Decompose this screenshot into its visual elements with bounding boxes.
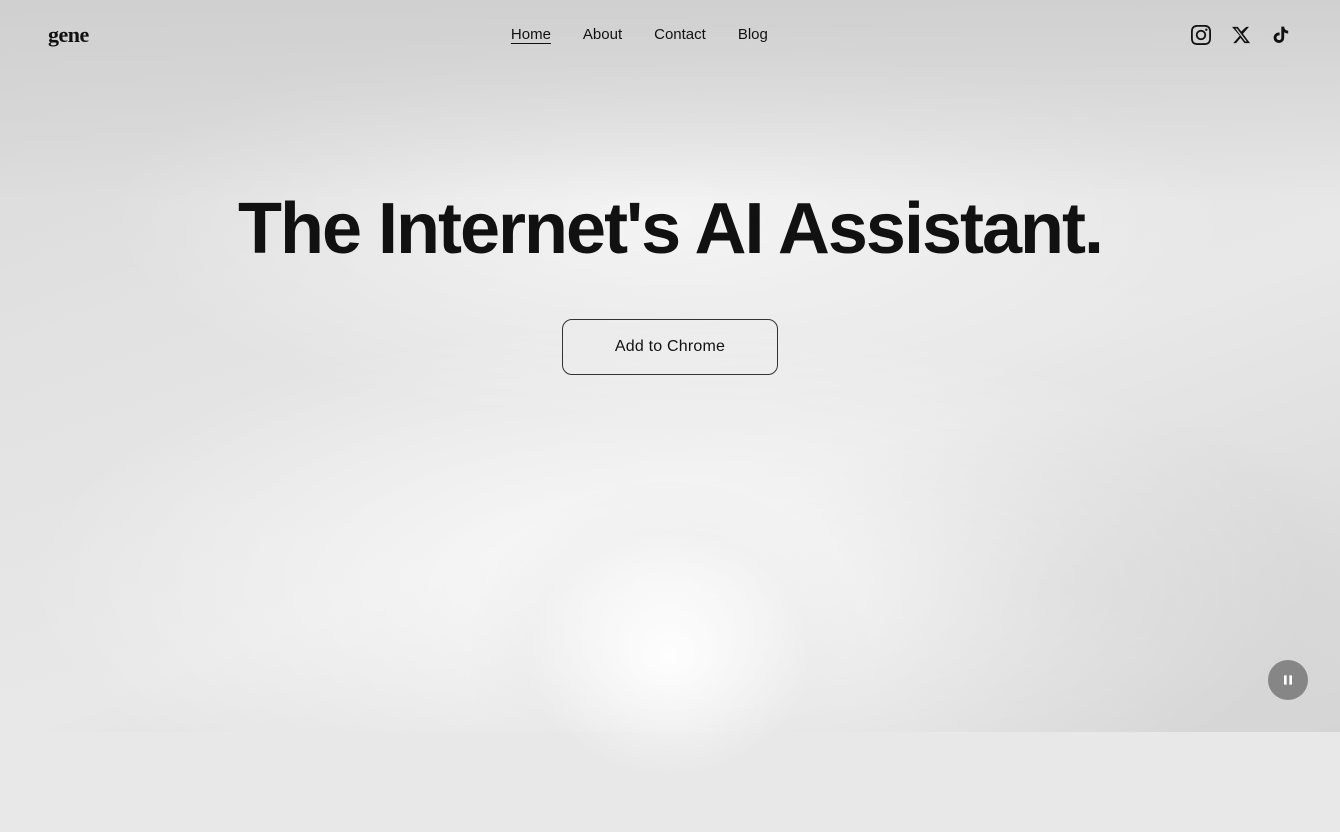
add-to-chrome-button[interactable]: Add to Chrome — [562, 319, 778, 375]
nav-link-home[interactable]: Home — [511, 26, 551, 43]
x-twitter-icon[interactable] — [1230, 24, 1252, 46]
instagram-icon[interactable] — [1190, 24, 1212, 46]
nav-link-blog[interactable]: Blog — [738, 26, 768, 43]
nav-social-icons — [1190, 24, 1292, 46]
hero-title: The Internet's AI Assistant. — [238, 190, 1102, 269]
pause-button[interactable] — [1268, 660, 1308, 700]
hero-section: The Internet's AI Assistant. Add to Chro… — [0, 70, 1340, 375]
nav-item-contact[interactable]: Contact — [654, 26, 706, 44]
nav-link-about[interactable]: About — [583, 26, 622, 43]
nav-link-contact[interactable]: Contact — [654, 26, 706, 43]
pause-icon — [1280, 672, 1296, 688]
nav-item-blog[interactable]: Blog — [738, 26, 768, 44]
nav-item-about[interactable]: About — [583, 26, 622, 44]
navbar: gene Home About Contact Blog — [0, 0, 1340, 70]
nav-item-home[interactable]: Home — [511, 26, 551, 44]
tiktok-icon[interactable] — [1270, 24, 1292, 46]
logo[interactable]: gene — [48, 22, 89, 48]
nav-links: Home About Contact Blog — [511, 26, 768, 44]
